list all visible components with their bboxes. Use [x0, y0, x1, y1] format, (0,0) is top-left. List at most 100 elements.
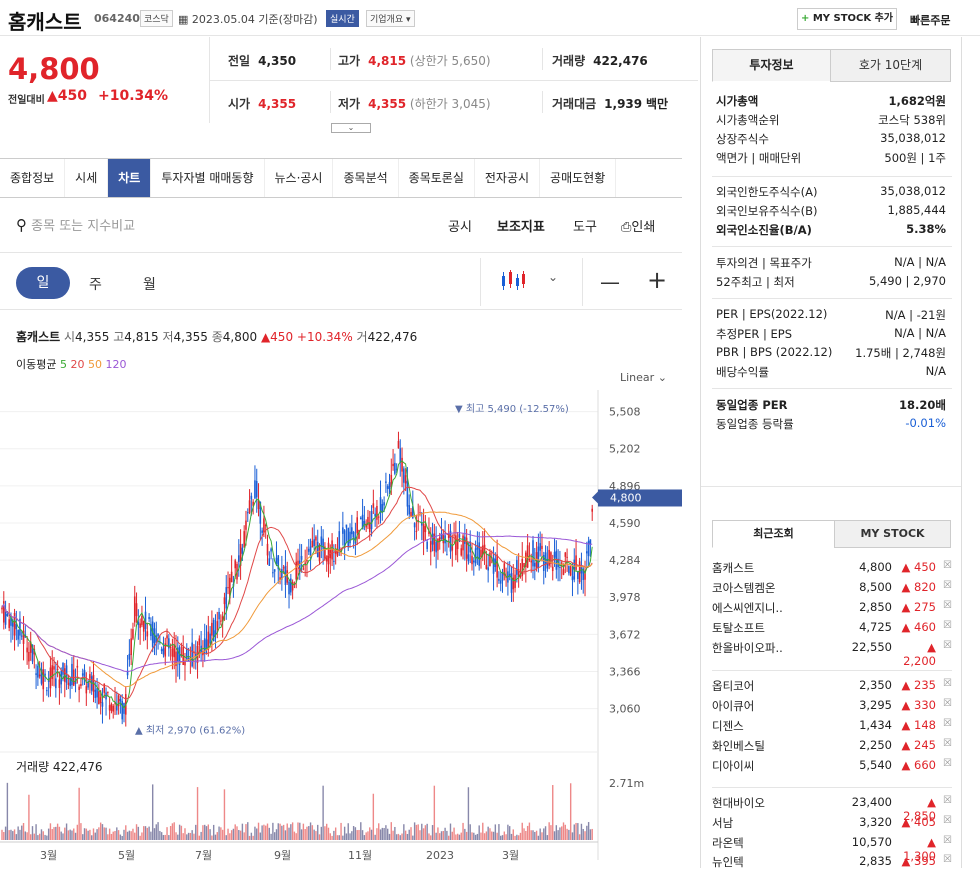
close-icon[interactable]: ☒ [936, 560, 952, 576]
realtime-badge[interactable]: 실시간 [326, 10, 359, 27]
recent-item[interactable]: 서남 3,320 ▲ 405 ☒ [712, 815, 952, 831]
recent-change: ▲ 275 [901, 600, 936, 614]
candle-body [17, 630, 19, 640]
zoom-out-icon[interactable]: — [600, 270, 620, 294]
close-icon[interactable]: ☒ [936, 758, 952, 774]
volume-bar [282, 824, 285, 840]
close-icon[interactable]: ☒ [936, 738, 952, 754]
candle-body [316, 541, 319, 558]
close-icon[interactable]: ☒ [936, 580, 952, 596]
recent-item[interactable]: 화인베스틸 2,250 ▲ 245 ☒ [712, 738, 952, 754]
tab-quote[interactable]: 시세 [65, 159, 109, 197]
candle-body [307, 548, 310, 552]
company-info-button[interactable]: 기업개요 ▾ [366, 10, 415, 27]
candle-body [313, 539, 315, 547]
close-icon[interactable]: ☒ [936, 698, 952, 714]
compare-search-input[interactable]: ⚲ 종목 또는 지수비교 [16, 215, 135, 234]
tab-discussion[interactable]: 종목토론실 [399, 159, 475, 197]
volume-bar [44, 834, 46, 840]
indicator-button[interactable]: 보조지표 [497, 216, 545, 235]
recent-item[interactable]: 디아이씨 5,540 ▲ 660 ☒ [712, 758, 952, 774]
tab-analysis[interactable]: 종목분석 [333, 159, 399, 197]
volume-bar [31, 826, 34, 840]
volume-bar [58, 826, 61, 840]
volume-value: 422,476 [593, 54, 648, 68]
recent-item[interactable]: 토탈소프트 4,725 ▲ 460 ☒ [712, 620, 952, 636]
recent-item[interactable]: 한올바이오파.. 22,550 ▲ 2,200 ☒ [712, 640, 952, 668]
print-button[interactable]: ⎙인쇄 [621, 216, 655, 235]
period-month-button[interactable]: 월 [143, 274, 156, 294]
tab-short-selling[interactable]: 공매도현황 [540, 159, 617, 197]
tab-hoga[interactable]: 호가 10단계 [830, 49, 951, 82]
change-value: ▲450 [47, 88, 87, 104]
recent-item[interactable]: 아이큐어 3,295 ▲ 330 ☒ [712, 698, 952, 714]
period-week-button[interactable]: 주 [89, 274, 102, 294]
volume-bar [358, 829, 360, 840]
price-chart[interactable]: 5,5085,2024,8964,5904,2843,9783,6723,366… [0, 390, 682, 868]
recent-item[interactable]: 디젠스 1,434 ▲ 148 ☒ [712, 718, 952, 734]
volume-bar [315, 831, 317, 840]
volume-bar [451, 831, 453, 840]
volume-bar [483, 833, 486, 840]
ohlc-high: 4,815 [124, 330, 159, 344]
recent-item[interactable]: 코아스템켐온 8,500 ▲ 820 ☒ [712, 580, 952, 596]
tab-invest-info[interactable]: 투자정보 [712, 49, 831, 82]
close-icon[interactable]: ☒ [936, 718, 952, 734]
candle-body [352, 531, 355, 538]
volume-bar [195, 824, 197, 840]
close-icon[interactable]: ☒ [936, 640, 952, 668]
tools-button[interactable]: 도구 [573, 216, 597, 235]
volume-bar [460, 832, 462, 840]
tab-disclosure[interactable]: 전자공시 [475, 159, 541, 197]
volume-bar [47, 828, 50, 840]
disclosure-button[interactable]: 공시 [448, 216, 472, 235]
tab-news[interactable]: 뉴스·공시 [265, 159, 334, 197]
volume-bar [46, 835, 48, 840]
volume-bar [491, 831, 493, 840]
mystock-add-button[interactable]: + MY STOCK 추가 [797, 8, 897, 30]
candle-body [528, 559, 531, 561]
candle-body [76, 665, 79, 668]
invest-key: PBR | BPS (2022.12) [716, 345, 833, 359]
candle-body [458, 534, 461, 538]
quick-order-button[interactable]: 빠른주문 [910, 12, 950, 28]
volume-bar [334, 827, 337, 840]
tab-chart[interactable]: 차트 [108, 159, 152, 197]
candle-body [349, 531, 351, 544]
tab-investor-trading[interactable]: 투자자별 매매동향 [151, 159, 265, 197]
volume-bar [295, 833, 297, 840]
chevron-down-icon[interactable]: ⌄ [548, 270, 558, 284]
candle-body [148, 616, 150, 619]
ma5-label: 5 [59, 358, 67, 371]
moving-average-legend: 이동평균 5 20 50 120 [16, 356, 126, 372]
period-day-button[interactable]: 일 [16, 267, 70, 299]
close-icon[interactable]: ☒ [936, 678, 952, 694]
volume-bar [191, 830, 193, 840]
volume-bar [336, 835, 339, 840]
scale-selector[interactable]: Linear ⌄ [620, 371, 667, 384]
invest-row: 외국인소진율(B/A) 5.38% [716, 222, 946, 238]
candle-body [501, 573, 504, 581]
volume-bar [182, 833, 184, 840]
candle-body [569, 566, 572, 576]
recent-item[interactable]: 옵티코어 2,350 ▲ 235 ☒ [712, 678, 952, 694]
close-icon[interactable]: ☒ [936, 600, 952, 616]
prev-close: 전일 4,350 [228, 52, 296, 69]
close-icon[interactable]: ☒ [936, 620, 952, 636]
candlestick-type-icon[interactable] [500, 270, 526, 292]
tab-summary[interactable]: 종합정보 [0, 159, 66, 197]
volume-bar [238, 829, 240, 840]
candle-body [568, 566, 570, 574]
recent-item[interactable]: 에스씨엔지니.. 2,850 ▲ 275 ☒ [712, 600, 952, 616]
candle-body [302, 568, 305, 570]
tab-recent[interactable]: 최근조회 [712, 520, 835, 548]
recent-item[interactable]: 홈캐스트 4,800 ▲ 450 ☒ [712, 560, 952, 576]
expand-toggle[interactable]: ⌄ [331, 123, 371, 133]
close-icon[interactable]: ☒ [936, 815, 952, 831]
tab-mystock[interactable]: MY STOCK [834, 520, 951, 548]
volume-bar [326, 823, 328, 840]
volume-bar [464, 828, 466, 840]
zoom-in-icon[interactable]: + [647, 266, 667, 294]
volume-bar [422, 828, 425, 840]
volume-bar [352, 826, 355, 840]
